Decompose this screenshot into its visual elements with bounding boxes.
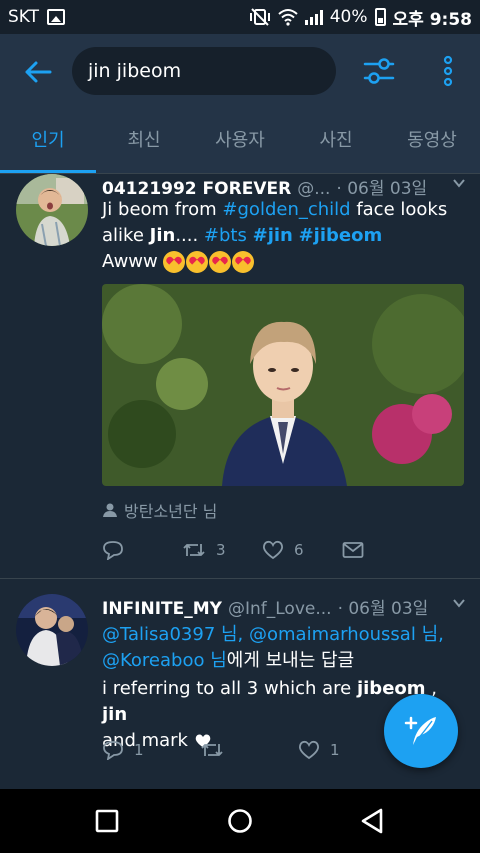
- tab-latest[interactable]: 최신: [96, 110, 192, 173]
- like-count: 6: [294, 541, 304, 559]
- tweet[interactable]: 04121992 FOREVER @... · 06월 03일 Ji beom …: [0, 174, 480, 578]
- tweet-header: INFINITE_MY @Inf_Love... · 06월 03일: [102, 594, 466, 619]
- vibrate-mute-icon: [249, 8, 270, 26]
- mention-link[interactable]: @Talisa0397 님,: [102, 624, 249, 645]
- carrier-label: SKT: [8, 7, 40, 27]
- battery-percent: 40%: [329, 7, 368, 27]
- tab-people[interactable]: 사용자: [192, 110, 288, 173]
- filter-icon[interactable]: [362, 54, 396, 88]
- person-icon: [103, 503, 117, 517]
- mention-link[interactable]: @Koreaboo 님: [102, 650, 227, 671]
- author-name[interactable]: INFINITE_MY: [102, 599, 222, 619]
- recent-apps-icon[interactable]: [92, 806, 122, 836]
- text-segment: Awww: [102, 251, 158, 272]
- mention-link[interactable]: @omaimarhoussal 님,: [249, 624, 444, 645]
- back-icon[interactable]: [358, 806, 388, 836]
- heart-eyes-emoji: [186, 251, 209, 273]
- like-icon: [263, 540, 283, 560]
- status-bar: SKT 40% 오후 9:58: [0, 0, 480, 34]
- search-input[interactable]: jin jibeom: [72, 47, 336, 95]
- retweet-button[interactable]: [200, 740, 298, 760]
- retweet-icon: [201, 744, 223, 756]
- author-handle[interactable]: @...: [297, 179, 330, 199]
- retweeted-by-label: 방탄소년단 님: [124, 502, 218, 521]
- signal-icon: [304, 9, 323, 25]
- wifi-icon: [278, 9, 298, 26]
- tweet-text: Ji beom from #golden_child face looks al…: [102, 197, 462, 275]
- reply-suffix: 에게 보내는 답글: [226, 650, 355, 671]
- tweet-header: 04121992 FOREVER @... · 06월 03일: [102, 174, 466, 199]
- more-vertical-icon[interactable]: [436, 54, 460, 88]
- reply-button[interactable]: 1: [102, 740, 200, 760]
- home-icon[interactable]: [225, 806, 255, 836]
- system-nav-bar: [0, 789, 480, 853]
- heart-eyes-emoji: [163, 251, 186, 273]
- tweet-divider: [0, 578, 480, 579]
- retweet-icon: [183, 544, 205, 556]
- author-handle[interactable]: @Inf_Love...: [228, 599, 332, 619]
- hashtag-link[interactable]: #jin: [253, 225, 293, 246]
- like-icon: [299, 740, 319, 760]
- search-query: jin jibeom: [88, 60, 182, 82]
- text-segment: i referring to all 3 which are: [102, 678, 357, 699]
- tab-top[interactable]: 인기: [0, 110, 96, 173]
- reply-context: @Talisa0397 님, @omaimarhoussal 님, @Korea…: [102, 622, 462, 674]
- hashtag-link[interactable]: #jibeom: [299, 225, 383, 246]
- tweet-date: · 06월 03일: [337, 599, 429, 619]
- retweet-count: 3: [216, 541, 226, 559]
- text-bold: jin: [102, 704, 128, 725]
- heart-eyes-emoji: [209, 251, 232, 273]
- tab-photos[interactable]: 사진: [288, 110, 384, 173]
- dm-button[interactable]: [342, 541, 422, 559]
- tweet-photo[interactable]: [102, 284, 464, 486]
- author-name[interactable]: 04121992 FOREVER: [102, 179, 291, 199]
- reply-icon: [103, 541, 123, 560]
- tab-videos[interactable]: 동영상: [384, 110, 480, 173]
- reply-button[interactable]: [102, 540, 182, 560]
- gallery-notification-icon: [47, 9, 66, 25]
- tweet-actions: 3 6: [102, 540, 422, 560]
- dm-icon: [342, 542, 364, 558]
- search-tabs: 인기 최신 사용자 사진 동영상: [0, 110, 480, 174]
- retweeted-by[interactable]: 방탄소년단 님: [102, 498, 217, 522]
- search-header: jin jibeom: [0, 34, 480, 110]
- text-bold: Jin: [149, 225, 176, 246]
- battery-icon: [374, 8, 386, 26]
- reply-icon: [103, 741, 123, 760]
- compose-icon: [404, 716, 436, 745]
- hashtag-link[interactable]: #golden_child: [222, 199, 350, 220]
- retweet-button[interactable]: 3: [182, 540, 262, 560]
- heart-eyes-emoji-group: [163, 251, 255, 273]
- back-arrow-icon[interactable]: [22, 56, 54, 88]
- chevron-down-icon[interactable]: [452, 596, 466, 610]
- text-segment: Ji beom from: [102, 199, 223, 220]
- avatar[interactable]: [16, 594, 88, 666]
- like-button[interactable]: 1: [298, 740, 396, 760]
- reply-count: 1: [134, 741, 144, 759]
- tweet-actions: 1 1: [102, 740, 422, 760]
- like-button[interactable]: 6: [262, 540, 342, 560]
- hashtag-link[interactable]: #bts: [204, 225, 247, 246]
- heart-eyes-emoji: [232, 251, 255, 273]
- text-segment: ....: [175, 225, 204, 246]
- chevron-down-icon[interactable]: [452, 176, 466, 190]
- compose-button[interactable]: [384, 694, 458, 768]
- avatar[interactable]: [16, 174, 88, 246]
- clock: 오후 9:58: [392, 9, 472, 30]
- like-count: 1: [330, 741, 340, 759]
- tweet-date: · 06월 03일: [336, 179, 428, 199]
